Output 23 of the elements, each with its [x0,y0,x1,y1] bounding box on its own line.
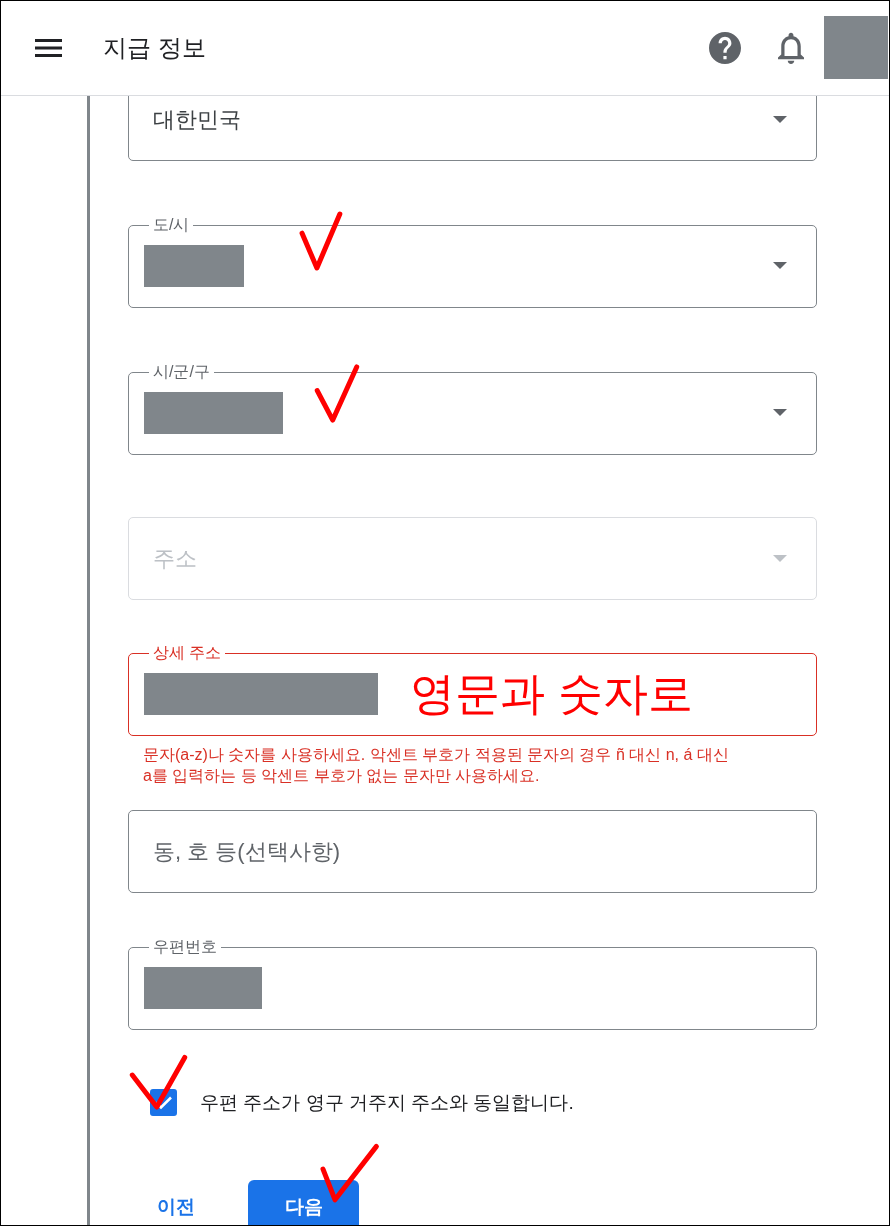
text-field[interactable]: 우편번호 [128,938,817,1030]
notifications-bell-icon[interactable] [778,32,804,64]
menu-icon[interactable] [35,39,62,57]
page-title: 지급 정보 [103,33,206,63]
annotation-text: 영문과 숫자로 [410,668,693,719]
dropdown-arrow-icon [773,262,787,269]
field-label: 우편번호 [152,938,218,956]
next-button[interactable]: 다음 [248,1180,359,1225]
field-label: 시/군/구 [152,363,211,381]
dropdown-field[interactable]: 도/시 [128,216,817,308]
help-icon[interactable] [709,32,741,64]
dropdown-field[interactable]: 시/군/구 [128,363,817,455]
checkbox-label: 우편 주소가 영구 거주지 주소와 동일합니다. [200,1090,574,1115]
text-field[interactable]: 동, 호 등(선택사항) [128,810,817,893]
dropdown-arrow-icon [773,116,787,123]
field-label: 도/시 [152,216,191,234]
field-label: 상세 주소 [152,644,223,662]
back-button[interactable]: 이전 [128,1180,224,1225]
dropdown-arrow-icon [773,555,787,562]
text-field[interactable]: 상세 주소 영문과 숫자로 [128,644,817,736]
dropdown-field[interactable]: 대한민국 [128,96,817,161]
dropdown-arrow-icon [773,409,787,416]
error-message: 문자(a-z)나 숫자를 사용하세요. 악센트 부호가 적용된 문자의 경우 ñ 대신 n, á 대신 a를 입력하는 등 악센트 부호가 없는 문자만 사용하세요. [142,745,730,786]
